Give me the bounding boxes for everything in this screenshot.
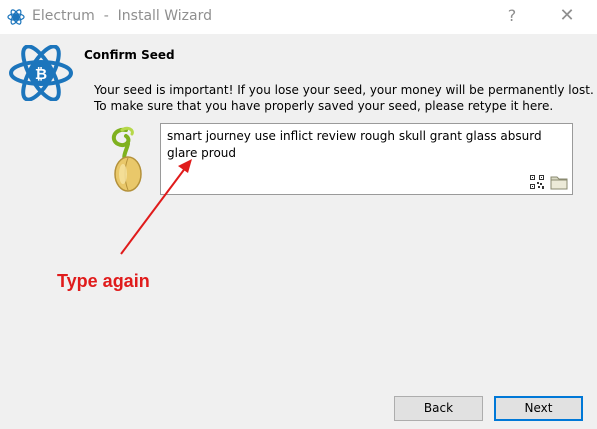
annotation-label: Type again xyxy=(57,271,150,291)
seed-warning-line2: To make sure that you have properly save… xyxy=(94,99,554,113)
back-button[interactable]: Back xyxy=(394,396,483,421)
page-heading: Confirm Seed xyxy=(84,48,175,62)
qr-code-icon[interactable] xyxy=(530,175,544,189)
annotation-arrow xyxy=(120,159,192,255)
seed-input[interactable]: smart journey use inflict review rough s… xyxy=(160,123,573,195)
window-title: Electrum - Install Wizard xyxy=(32,8,212,24)
seed-input-value[interactable]: smart journey use inflict review rough s… xyxy=(167,128,557,162)
folder-icon[interactable] xyxy=(550,174,568,190)
next-button[interactable]: Next xyxy=(494,396,583,421)
electrum-logo-icon: ₿ xyxy=(9,45,73,101)
help-button[interactable]: ? xyxy=(500,2,524,30)
svg-text:₿: ₿ xyxy=(35,65,47,83)
seed-warning-line1: Your seed is important! If you lose your… xyxy=(94,83,594,97)
close-button[interactable]: ✕ xyxy=(553,2,581,30)
electrum-app-icon xyxy=(7,9,25,25)
title-bar: Electrum - Install Wizard ? ✕ xyxy=(0,0,597,34)
sprouting-seed-icon xyxy=(111,126,142,192)
